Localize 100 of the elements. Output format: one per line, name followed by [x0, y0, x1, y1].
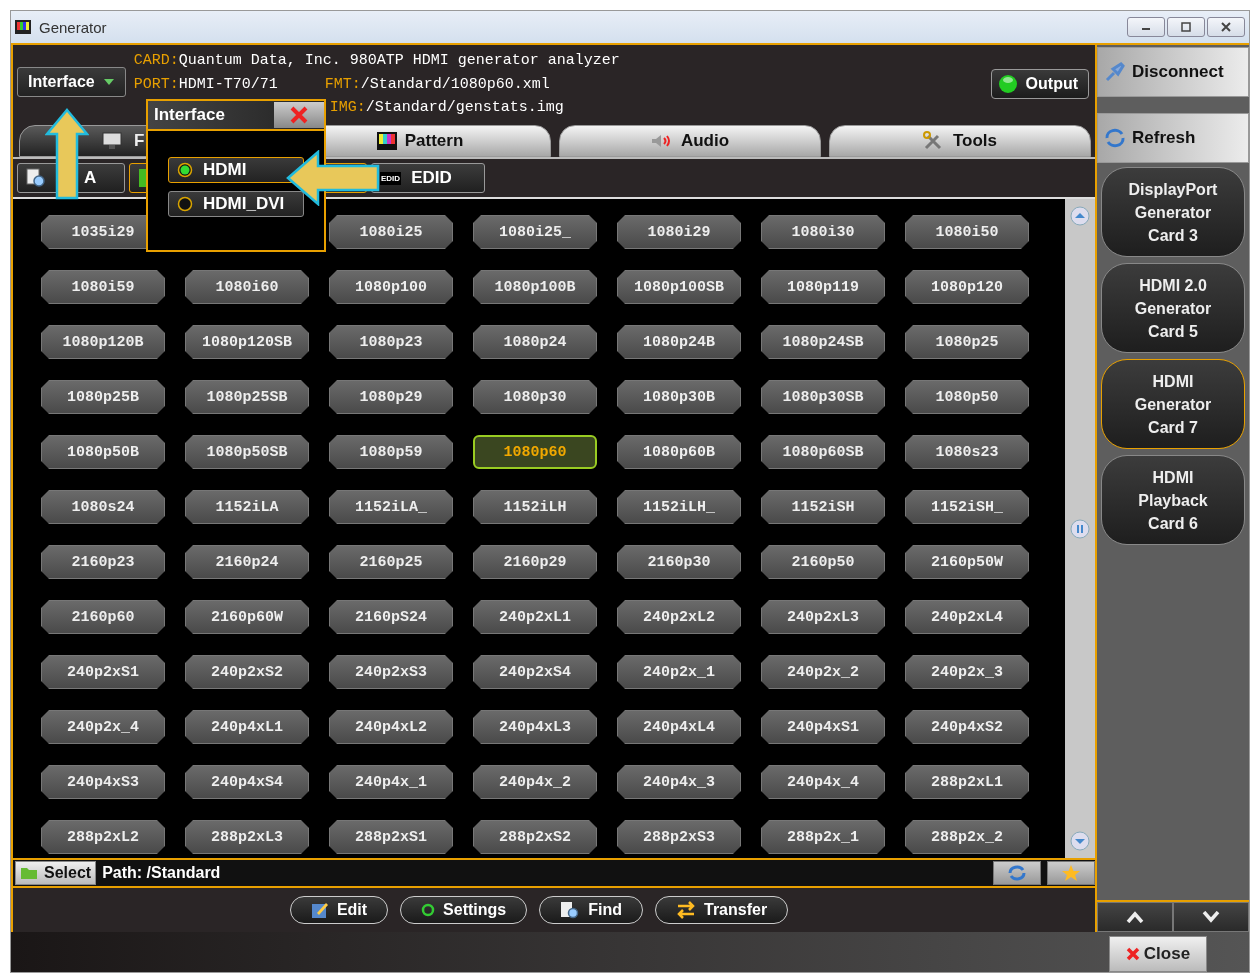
disconnect-button[interactable]: Disconnect	[1097, 47, 1249, 97]
tab[interactable]: Tools	[829, 125, 1091, 157]
format-button[interactable]: 240p4xL2	[329, 710, 453, 744]
format-button[interactable]: 2160p25	[329, 545, 453, 579]
format-button[interactable]: 240p2x_2	[761, 655, 885, 689]
format-button[interactable]: 1152iLA_	[329, 490, 453, 524]
format-button[interactable]: 240p4x_2	[473, 765, 597, 799]
format-button[interactable]: 288p2xL1	[905, 765, 1029, 799]
format-button[interactable]: 1080p23	[329, 325, 453, 359]
format-button[interactable]: 1080i59	[41, 270, 165, 304]
format-button[interactable]: 1080p25	[905, 325, 1029, 359]
format-button[interactable]: 1080p50	[905, 380, 1029, 414]
format-button[interactable]: 240p2xS4	[473, 655, 597, 689]
format-button[interactable]: 1080s23	[905, 435, 1029, 469]
format-button[interactable]: 2160p50	[761, 545, 885, 579]
format-button[interactable]: 240p4xL4	[617, 710, 741, 744]
format-button[interactable]: 1152iSH	[761, 490, 885, 524]
format-button[interactable]: 288p2xL3	[185, 820, 309, 854]
action-button[interactable]: Edit	[289, 896, 389, 924]
format-button[interactable]: 240p2x_1	[617, 655, 741, 689]
format-button[interactable]: 240p2xS1	[41, 655, 165, 689]
format-button[interactable]: 240p2xL2	[617, 600, 741, 634]
action-button[interactable]: Transfer	[655, 896, 789, 924]
format-button[interactable]: 1152iSH_	[905, 490, 1029, 524]
select-button[interactable]: Select	[15, 861, 97, 885]
format-button[interactable]: 1080i25	[329, 215, 453, 249]
format-button[interactable]: 1080p24SB	[761, 325, 885, 359]
format-button[interactable]: 1080i30	[761, 215, 885, 249]
format-button[interactable]: 288p2xS2	[473, 820, 597, 854]
format-button[interactable]: 1080p120B	[41, 325, 165, 359]
action-button[interactable]: Settings	[400, 896, 528, 924]
format-button[interactable]: 1080p100B	[473, 270, 597, 304]
radio-option[interactable]: HDMI_DVI	[168, 191, 304, 217]
format-button[interactable]: 240p2xL3	[761, 600, 885, 634]
format-button[interactable]: 1080p100	[329, 270, 453, 304]
format-button[interactable]: 240p2xL4	[905, 600, 1029, 634]
format-button[interactable]: 240p2xS2	[185, 655, 309, 689]
format-button[interactable]: 240p4xL1	[185, 710, 309, 744]
card-button[interactable]: HDMI Generator Card 7	[1101, 359, 1245, 449]
scrollbar[interactable]	[1065, 199, 1095, 858]
sub-tab[interactable]: EDID EDID	[371, 163, 485, 193]
format-button[interactable]: 1080p29	[329, 380, 453, 414]
format-button[interactable]: 1080p30SB	[761, 380, 885, 414]
format-button[interactable]: 1080p25SB	[185, 380, 309, 414]
action-button[interactable]: Find	[539, 896, 643, 924]
output-button[interactable]: Output	[990, 69, 1089, 99]
format-button[interactable]: 1152iLH_	[617, 490, 741, 524]
format-button[interactable]: 240p2xL1	[473, 600, 597, 634]
refresh-button[interactable]	[993, 861, 1041, 885]
format-button[interactable]: 1080p100SB	[617, 270, 741, 304]
format-button[interactable]: 2160p23	[41, 545, 165, 579]
radio-option[interactable]: HDMI	[168, 157, 304, 183]
card-button[interactable]: DisplayPort Generator Card 3	[1101, 167, 1245, 257]
format-button[interactable]: 240p4xS1	[761, 710, 885, 744]
refresh-button[interactable]: Refresh	[1097, 113, 1249, 163]
format-button[interactable]: 2160p29	[473, 545, 597, 579]
format-button[interactable]: 1080i25_	[473, 215, 597, 249]
format-button[interactable]: 240p2x_4	[41, 710, 165, 744]
close-button[interactable]: Close	[1109, 936, 1207, 972]
format-button[interactable]: 240p4xS2	[905, 710, 1029, 744]
scroll-down-icon[interactable]	[1069, 830, 1091, 852]
format-button[interactable]: 1080i50	[905, 215, 1029, 249]
format-button[interactable]: 240p4xS3	[41, 765, 165, 799]
format-button[interactable]: 288p2xS1	[329, 820, 453, 854]
format-button[interactable]: 1080p50SB	[185, 435, 309, 469]
format-button[interactable]: 1080p30	[473, 380, 597, 414]
format-button[interactable]: 288p2x_1	[761, 820, 885, 854]
format-button[interactable]: 1080i60	[185, 270, 309, 304]
format-button[interactable]: 1080p60B	[617, 435, 741, 469]
format-button[interactable]: 1080p60SB	[761, 435, 885, 469]
card-button[interactable]: HDMI Playback Card 6	[1101, 455, 1245, 545]
favorite-button[interactable]	[1047, 861, 1095, 885]
scroll-up-button[interactable]	[1097, 902, 1173, 932]
tab[interactable]: Audio	[559, 125, 821, 157]
format-button[interactable]: 1080s24	[41, 490, 165, 524]
close-button[interactable]	[1207, 17, 1245, 37]
format-button[interactable]: 1080p59	[329, 435, 453, 469]
format-button[interactable]: 288p2xS3	[617, 820, 741, 854]
scroll-up-icon[interactable]	[1069, 205, 1091, 227]
format-button[interactable]: 2160p30	[617, 545, 741, 579]
card-button[interactable]: HDMI 2.0 Generator Card 5	[1101, 263, 1245, 353]
format-button[interactable]: 1080p60	[473, 435, 597, 469]
maximize-button[interactable]	[1167, 17, 1205, 37]
format-button[interactable]: 240p4xS4	[185, 765, 309, 799]
format-button[interactable]: 1080p24B	[617, 325, 741, 359]
format-button[interactable]: 1080p50B	[41, 435, 165, 469]
scroll-thumb-icon[interactable]	[1069, 517, 1091, 540]
format-button[interactable]: 2160p50W	[905, 545, 1029, 579]
format-button[interactable]: 2160p60W	[185, 600, 309, 634]
format-button[interactable]: 240p2x_3	[905, 655, 1029, 689]
format-button[interactable]: 240p2xS3	[329, 655, 453, 689]
format-button[interactable]: 1080p120SB	[185, 325, 309, 359]
format-button[interactable]: 1152iLH	[473, 490, 597, 524]
interface-dropdown[interactable]: Interface	[17, 67, 126, 97]
format-button[interactable]: 1080p120	[905, 270, 1029, 304]
minimize-button[interactable]	[1127, 17, 1165, 37]
format-button[interactable]: 240p4x_3	[617, 765, 741, 799]
format-button[interactable]: 2160pS24	[329, 600, 453, 634]
format-button[interactable]: 1080i29	[617, 215, 741, 249]
format-button[interactable]: 1080p30B	[617, 380, 741, 414]
